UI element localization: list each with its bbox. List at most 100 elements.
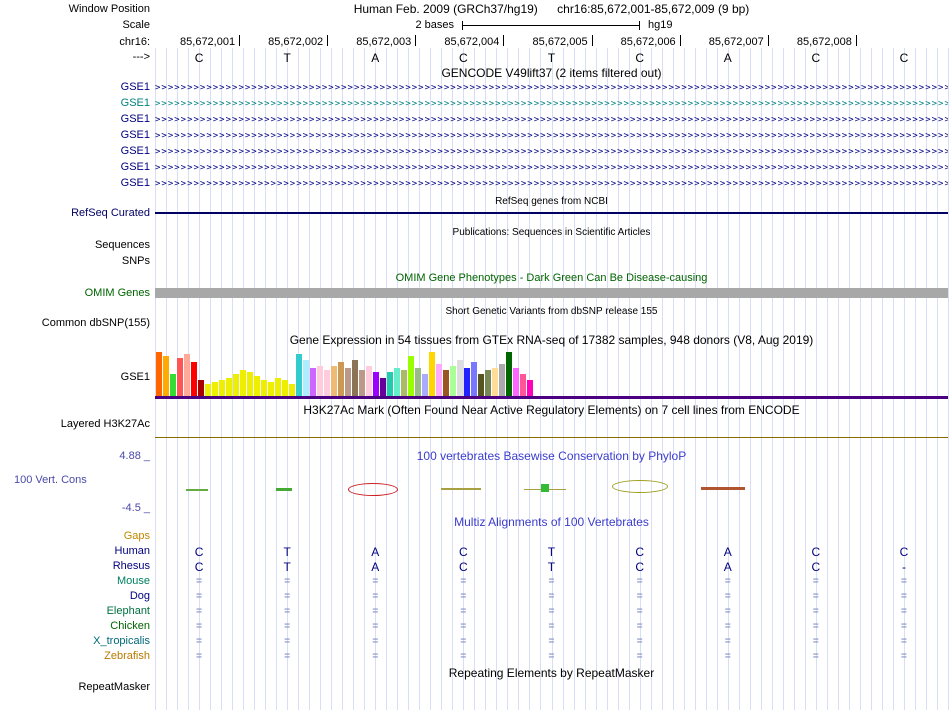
track-label-omim-genes[interactable]: OMIM Genes [0, 287, 150, 300]
gtex-expression-bar[interactable] [310, 368, 316, 396]
gtex-expression-bar[interactable] [282, 380, 288, 396]
window-position-label: Window Position [68, 3, 150, 15]
gtex-expression-bar[interactable] [380, 378, 386, 396]
gtex-expression-bar[interactable] [429, 352, 435, 396]
gencode-transcript-arrows[interactable]: >>>>>>>>>>>>>>>>>>>>>>>>>>>>>>>>>>>>>>>>… [155, 147, 948, 157]
gtex-expression-bar[interactable] [219, 380, 225, 396]
gtex-expression-bar[interactable] [457, 360, 463, 396]
gtex-expression-bar[interactable] [275, 378, 281, 396]
gtex-expression-bar[interactable] [422, 374, 428, 396]
track-label-repeatmasker[interactable]: RepeatMasker [0, 681, 150, 694]
scale-genome-label: hg19 [648, 19, 673, 31]
track-label-gtex-gse1[interactable]: GSE1 [0, 371, 150, 384]
gtex-expression-bar[interactable] [366, 366, 372, 396]
gtex-expression-bar[interactable] [443, 370, 449, 396]
gtex-expression-bar[interactable] [415, 368, 421, 396]
gtex-expression-bar[interactable] [156, 352, 162, 396]
gtex-expression-bar[interactable] [296, 354, 302, 396]
track-label-gencode-gse1[interactable]: GSE1 [0, 161, 150, 173]
gtex-expression-bar[interactable] [359, 370, 365, 396]
species-label-rhesus[interactable]: Rhesus [0, 560, 150, 572]
track-label-common-dbsnp[interactable]: Common dbSNP(155) [0, 317, 150, 330]
species-label-dog[interactable]: Dog [0, 590, 150, 602]
scale-bar [462, 21, 640, 30]
gtex-expression-bar[interactable] [324, 370, 330, 396]
gtex-expression-bar[interactable] [513, 368, 519, 396]
gtex-expression-bar[interactable] [464, 368, 470, 396]
multiz-cell: = [284, 621, 291, 632]
species-label-chicken[interactable]: Chicken [0, 620, 150, 632]
gtex-expression-bar[interactable] [471, 362, 477, 396]
coordinate-tick [327, 35, 329, 46]
gtex-expression-bar[interactable] [401, 370, 407, 396]
track-label-gencode-gse1[interactable]: GSE1 [0, 81, 150, 93]
gtex-expression-bar[interactable] [450, 366, 456, 396]
gtex-expression-bar[interactable] [247, 372, 253, 396]
species-label-zebrafish[interactable]: Zebrafish [0, 650, 150, 662]
gencode-transcript-arrows[interactable]: >>>>>>>>>>>>>>>>>>>>>>>>>>>>>>>>>>>>>>>>… [155, 163, 948, 173]
track-label-gencode-gse1[interactable]: GSE1 [0, 145, 150, 157]
track-label-gaps[interactable]: Gaps [0, 530, 150, 543]
track-label-sequences[interactable]: Sequences [0, 239, 150, 252]
track-label-gencode-gse1[interactable]: GSE1 [0, 129, 150, 141]
gtex-expression-bar[interactable] [331, 366, 337, 396]
track-label-snps[interactable]: SNPs [0, 255, 150, 268]
species-label-human[interactable]: Human [0, 545, 150, 557]
gtex-title: Gene Expression in 54 tissues from GTEx … [289, 333, 814, 347]
track-label-gencode-gse1[interactable]: GSE1 [0, 113, 150, 125]
gencode-transcript-arrows[interactable]: >>>>>>>>>>>>>>>>>>>>>>>>>>>>>>>>>>>>>>>>… [155, 83, 948, 93]
multiz-cell: = [284, 651, 291, 662]
gtex-expression-bar[interactable] [478, 374, 484, 396]
gtex-expression-bar[interactable] [205, 384, 211, 396]
gtex-expression-bar[interactable] [177, 358, 183, 396]
gtex-expression-bar[interactable] [254, 376, 260, 396]
gtex-expression-bar[interactable] [233, 374, 239, 396]
gencode-transcript-arrows[interactable]: >>>>>>>>>>>>>>>>>>>>>>>>>>>>>>>>>>>>>>>>… [155, 179, 948, 189]
gtex-expression-bar[interactable] [408, 356, 414, 396]
multiz-cell: A [723, 545, 732, 559]
gtex-expression-bar[interactable] [345, 368, 351, 396]
gtex-expression-bar[interactable] [289, 384, 295, 396]
gtex-expression-bar[interactable] [170, 374, 176, 396]
base-letter: A [371, 51, 380, 65]
track-label-refseq-curated[interactable]: RefSeq Curated [0, 207, 150, 220]
track-label-100-vert-cons[interactable]: 100 Vert. Cons [14, 474, 87, 487]
track-label-h3k27ac[interactable]: Layered H3K27Ac [0, 418, 150, 431]
gtex-expression-bar[interactable] [240, 370, 246, 396]
track-label-gencode-gse1[interactable]: GSE1 [0, 177, 150, 189]
gtex-expression-bar[interactable] [373, 372, 379, 396]
gtex-expression-bar[interactable] [198, 380, 204, 396]
gtex-expression-bar[interactable] [303, 360, 309, 396]
gtex-expression-bar[interactable] [317, 366, 323, 396]
gtex-expression-bar[interactable] [226, 378, 232, 396]
gtex-expression-bar[interactable] [436, 364, 442, 396]
gtex-expression-bar[interactable] [338, 362, 344, 396]
gtex-expression-bar[interactable] [506, 352, 512, 396]
track-label-gencode-gse1[interactable]: GSE1 [0, 97, 150, 109]
gtex-expression-bar[interactable] [268, 382, 274, 396]
gencode-transcript-arrows[interactable]: >>>>>>>>>>>>>>>>>>>>>>>>>>>>>>>>>>>>>>>>… [155, 99, 948, 109]
gtex-expression-bar[interactable] [352, 360, 358, 396]
gtex-expression-bar[interactable] [527, 380, 533, 396]
gtex-expression-bar[interactable] [184, 354, 190, 396]
omim-genes-track-bar[interactable] [155, 288, 948, 298]
multiz-cell: = [284, 576, 291, 587]
gtex-expression-bar[interactable] [485, 370, 491, 396]
gtex-expression-bar[interactable] [520, 374, 526, 396]
gtex-expression-bar[interactable] [261, 380, 267, 396]
gtex-expression-bar[interactable] [387, 372, 393, 396]
gencode-transcript-arrows[interactable]: >>>>>>>>>>>>>>>>>>>>>>>>>>>>>>>>>>>>>>>>… [155, 131, 948, 141]
gtex-expression-bar[interactable] [492, 368, 498, 396]
gtex-expression-bar[interactable] [394, 368, 400, 396]
multiz-cell: T [283, 545, 291, 559]
species-label-elephant[interactable]: Elephant [0, 605, 150, 617]
base-letter: C [459, 51, 468, 65]
refseq-curated-track[interactable] [155, 212, 948, 214]
species-label-x-tropicalis[interactable]: X_tropicalis [0, 635, 150, 647]
gencode-transcript-arrows[interactable]: >>>>>>>>>>>>>>>>>>>>>>>>>>>>>>>>>>>>>>>>… [155, 115, 948, 125]
gtex-expression-bar[interactable] [163, 356, 169, 396]
gtex-expression-bar[interactable] [212, 382, 218, 396]
gtex-expression-bar[interactable] [191, 362, 197, 396]
species-label-mouse[interactable]: Mouse [0, 575, 150, 587]
gtex-expression-bar[interactable] [499, 364, 505, 396]
